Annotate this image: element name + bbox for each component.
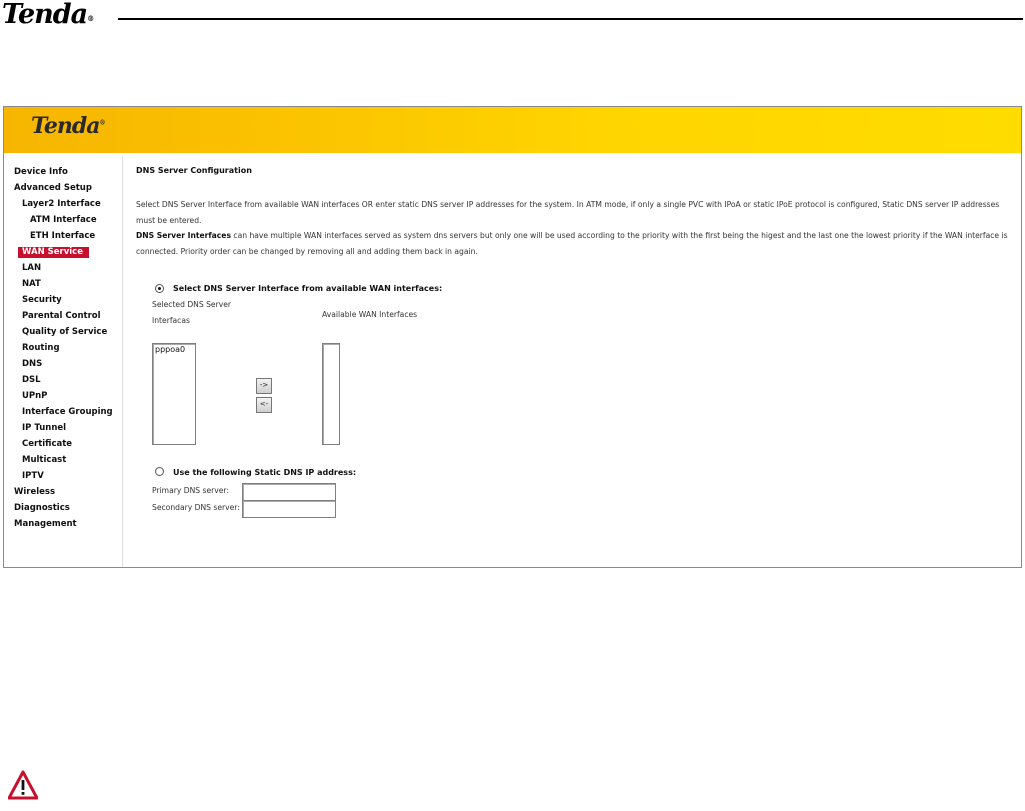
sidebar-item-device-info[interactable]: Device Info xyxy=(14,167,68,178)
sidebar-item-multicast[interactable]: Multicast xyxy=(22,455,66,466)
sidebar-item-diagnostics[interactable]: Diagnostics xyxy=(14,503,70,514)
top-banner: Tenda® xyxy=(4,107,1021,153)
header-rule xyxy=(118,18,1023,20)
available-wan-listbox[interactable] xyxy=(322,343,340,445)
sidebar-item-management[interactable]: Management xyxy=(14,519,77,530)
selected-dns-listbox[interactable]: pppoa0 xyxy=(152,343,196,445)
router-ui-screenshot: Tenda® Device Info Advanced Setup Layer2… xyxy=(3,106,1022,568)
sidebar-item-routing[interactable]: Routing xyxy=(22,343,60,354)
sidebar-item-parental-control[interactable]: Parental Control xyxy=(22,311,101,322)
primary-dns-label: Primary DNS server: xyxy=(152,486,229,495)
sidebar-item-dsl[interactable]: DSL xyxy=(22,375,41,386)
static-dns-option-label: Use the following Static DNS IP address: xyxy=(173,468,357,477)
secondary-dns-label: Secondary DNS server: xyxy=(152,503,240,512)
intro-text: Select DNS Server Interface from availab… xyxy=(136,200,1000,225)
banner-divider xyxy=(4,153,1021,156)
sidebar-item-advanced-setup[interactable]: Advanced Setup xyxy=(14,183,92,194)
sidebar-item-dns[interactable]: DNS xyxy=(22,359,42,370)
sidebar-item-layer2-interface[interactable]: Layer2 Interface xyxy=(22,199,101,210)
dns-interface-radio[interactable] xyxy=(155,284,164,293)
sidebar-item-quality-of-service[interactable]: Quality of Service xyxy=(22,327,107,338)
sidebar-item-lan[interactable]: LAN xyxy=(22,263,41,274)
page-title: DNS Server Configuration xyxy=(136,166,252,175)
priority-note: DNS Server Interfaces can have multiple … xyxy=(136,228,1020,260)
secondary-dns-input[interactable] xyxy=(242,500,336,518)
sidebar-item-interface-grouping[interactable]: Interface Grouping xyxy=(22,407,113,418)
static-dns-radio[interactable] xyxy=(155,467,164,476)
sidebar-item-security[interactable]: Security xyxy=(22,295,62,306)
sidebar-item-wan-service[interactable]: WAN Service xyxy=(18,247,89,258)
banner-logo: Tenda® xyxy=(31,113,105,139)
warning-triangle-icon xyxy=(7,770,39,804)
note-bold-term: DNS Server Interfaces xyxy=(136,231,231,240)
sidebar-nav: Device Info Advanced Setup Layer2 Interf… xyxy=(4,156,123,567)
note-body: can have multiple WAN interfaces served … xyxy=(136,231,1008,256)
sidebar-item-nat[interactable]: NAT xyxy=(22,279,41,290)
sidebar-item-certificate[interactable]: Certificate xyxy=(22,439,72,450)
available-wan-header: Available WAN Interfaces xyxy=(322,310,418,319)
selected-dns-header: Selected DNS Server xyxy=(152,300,231,309)
move-right-button[interactable]: -> xyxy=(256,378,272,394)
sidebar-item-atm-interface[interactable]: ATM Interface xyxy=(30,215,97,226)
sidebar-item-upnp[interactable]: UPnP xyxy=(22,391,47,402)
primary-dns-input[interactable] xyxy=(242,483,336,501)
document-logo: Tenda® xyxy=(2,0,94,30)
sidebar-item-ip-tunnel[interactable]: IP Tunnel xyxy=(22,423,66,434)
sidebar-item-eth-interface[interactable]: ETH Interface xyxy=(30,231,95,242)
selected-dns-header-line2: Interfacas xyxy=(152,316,190,325)
list-item[interactable]: pppoa0 xyxy=(153,344,195,355)
dns-interface-option-label: Select DNS Server Interface from availab… xyxy=(173,284,443,293)
sidebar-item-wireless[interactable]: Wireless xyxy=(14,487,55,498)
move-left-button[interactable]: <- xyxy=(256,397,272,413)
sidebar-item-iptv[interactable]: IPTV xyxy=(22,471,44,482)
